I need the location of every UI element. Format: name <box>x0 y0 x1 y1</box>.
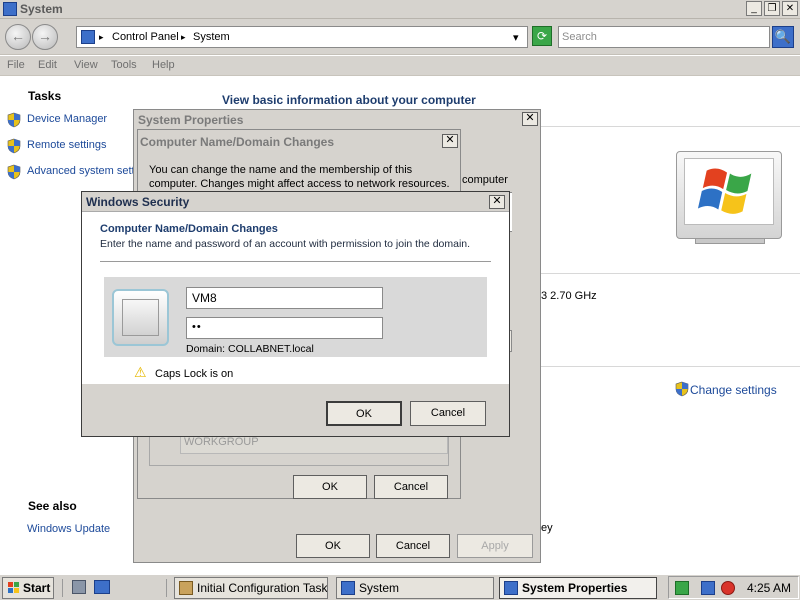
task-device-manager[interactable]: Device Manager <box>27 113 107 125</box>
window-titlebar: System _ ❐ ✕ <box>0 0 800 19</box>
system-properties-icon <box>504 581 518 595</box>
credential-panel: VM8 •• Domain: COLLABNET.local <box>104 277 487 357</box>
forward-button[interactable]: → <box>32 24 58 50</box>
sysprops-computer-fragment: computer <box>462 174 508 186</box>
start-label: Start <box>23 581 51 595</box>
menu-view[interactable]: View <box>74 59 98 71</box>
divider <box>541 126 800 127</box>
address-bar[interactable]: ▸ Control Panel ▸ System ▾ <box>76 26 528 48</box>
windows-flag-icon <box>8 582 19 593</box>
system-properties-apply-button[interactable]: Apply <box>457 534 533 558</box>
windows-security-ok-button[interactable]: OK <box>326 401 402 426</box>
menu-help[interactable]: Help <box>152 59 175 71</box>
start-button[interactable]: Start <box>2 577 54 599</box>
menu-edit[interactable]: Edit <box>38 59 57 71</box>
address-arrow-icon: ▸ <box>99 32 104 42</box>
user-tile-icon <box>112 289 169 346</box>
taskbar-divider <box>62 579 63 597</box>
breadcrumb-system[interactable]: System <box>193 31 230 43</box>
task-advanced-system-settings[interactable]: Advanced system settings <box>27 165 133 177</box>
system-properties-ok-button[interactable]: OK <box>296 534 370 558</box>
cndc-cancel-button[interactable]: Cancel <box>374 475 448 499</box>
network-icon[interactable] <box>701 581 715 595</box>
window-title: System <box>20 2 63 16</box>
shield-icon <box>7 138 21 154</box>
password-input[interactable]: •• <box>186 317 383 339</box>
system-icon <box>341 581 355 595</box>
taskbar-item-label: Initial Configuration Tasks <box>197 581 328 595</box>
tasks-icon <box>179 581 193 595</box>
cndc-ok-button[interactable]: OK <box>293 475 367 499</box>
taskbar: Start Initial Configuration Tasks System… <box>0 574 800 600</box>
system-properties-close-button[interactable]: ✕ <box>522 112 538 126</box>
menu-tools[interactable]: Tools <box>111 59 137 71</box>
user-tile-inner <box>122 299 159 336</box>
system-icon <box>3 2 17 16</box>
minimize-button[interactable]: _ <box>746 1 762 16</box>
address-dropdown-icon[interactable]: ▾ <box>513 31 519 44</box>
monitor-stand <box>695 238 765 244</box>
cndc-title: Computer Name/Domain Changes <box>140 135 335 149</box>
truncated-text-fragment: ey <box>541 522 553 534</box>
taskbar-item-label: System Properties <box>522 581 628 595</box>
divider <box>100 261 491 262</box>
maximize-button[interactable]: ❐ <box>764 1 780 16</box>
domain-label: Domain: COLLABNET.local <box>186 343 314 355</box>
change-settings-link[interactable]: Change settings <box>690 383 777 397</box>
show-desktop-icon[interactable] <box>94 580 110 594</box>
system-properties-cancel-button[interactable]: Cancel <box>376 534 450 558</box>
close-button[interactable]: ✕ <box>782 1 798 16</box>
processor-speed-fragment: 3 2.70 GHz <box>541 290 597 302</box>
cndc-description: You can change the name and the membersh… <box>149 164 450 190</box>
monitor-screen <box>684 158 774 225</box>
shield-icon <box>675 381 689 397</box>
taskbar-system[interactable]: System <box>336 577 494 599</box>
control-panel-icon <box>81 30 95 44</box>
page-heading: View basic information about your comput… <box>222 93 476 107</box>
caps-lock-warning: Caps Lock is on <box>155 368 234 380</box>
clock[interactable]: 4:25 AM <box>747 581 791 595</box>
cndc-close-button[interactable]: ✕ <box>442 134 458 148</box>
shield-tray-icon[interactable] <box>675 581 689 595</box>
server-manager-icon[interactable] <box>72 580 86 594</box>
task-remote-settings[interactable]: Remote settings <box>27 139 106 151</box>
see-also-heading: See also <box>28 499 77 513</box>
taskbar-item-label: System <box>359 581 400 595</box>
windows-security-cancel-button[interactable]: Cancel <box>410 401 486 426</box>
search-icon[interactable]: 🔍 <box>772 26 794 48</box>
monitor-icon <box>676 151 782 239</box>
warning-icon: ⚠ <box>134 364 147 380</box>
shield-icon <box>7 164 21 180</box>
windows-security-heading: Computer Name/Domain Changes <box>100 223 278 235</box>
breadcrumb-control-panel[interactable]: Control Panel <box>112 31 179 43</box>
shield-icon <box>7 112 21 128</box>
system-properties-title: System Properties <box>138 113 244 127</box>
search-input[interactable]: Search <box>558 26 770 48</box>
volume-muted-icon[interactable] <box>721 581 735 595</box>
windows-security-subtitle: Enter the name and password of an accoun… <box>100 238 471 250</box>
windows-security-title: Windows Security <box>86 195 190 209</box>
windows-security-titlebar: Windows Security ✕ <box>82 192 509 212</box>
username-input[interactable]: VM8 <box>186 287 383 309</box>
breadcrumb-arrow-icon: ▸ <box>181 32 186 42</box>
notification-area: 4:25 AM <box>668 576 799 599</box>
back-button[interactable]: ← <box>5 24 31 50</box>
divider <box>541 366 800 367</box>
windows-security-dialog: Windows Security ✕ Computer Name/Domain … <box>81 191 510 437</box>
divider <box>541 273 800 274</box>
windows-security-close-button[interactable]: ✕ <box>489 195 505 209</box>
taskbar-system-properties[interactable]: System Properties <box>499 577 657 599</box>
menu-bar: File Edit View Tools Help <box>0 56 800 76</box>
tasks-heading: Tasks <box>28 89 62 103</box>
refresh-button[interactable]: ⟳ <box>532 26 552 46</box>
menu-file[interactable]: File <box>7 59 25 71</box>
search-placeholder: Search <box>562 31 597 43</box>
taskbar-initial-configuration-tasks[interactable]: Initial Configuration Tasks <box>174 577 328 599</box>
see-also-windows-update[interactable]: Windows Update <box>27 523 110 535</box>
taskbar-divider <box>166 579 167 597</box>
windows-logo-icon <box>697 168 752 214</box>
